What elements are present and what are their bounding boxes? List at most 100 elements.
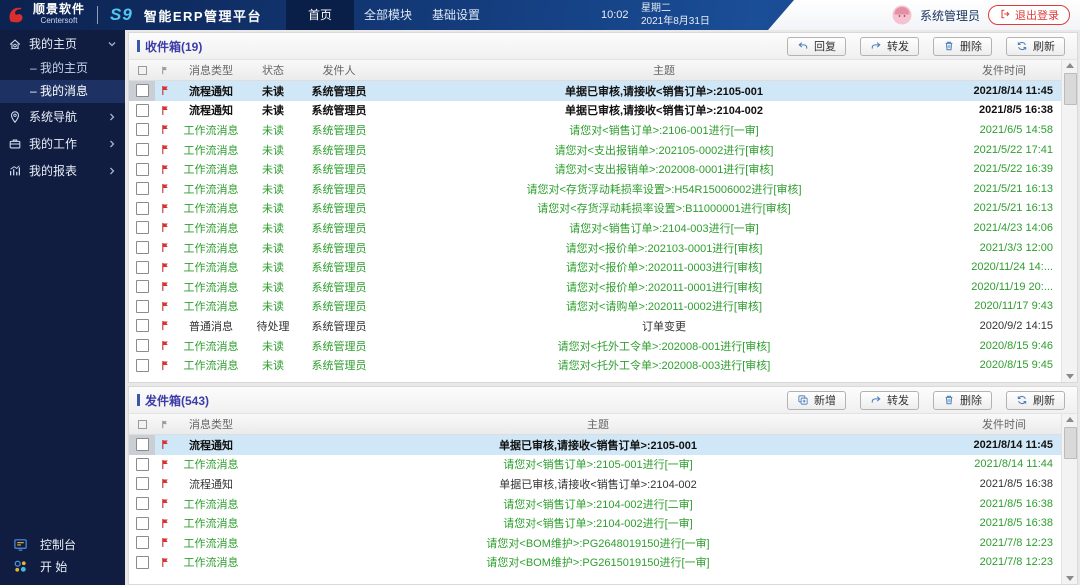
row-checkbox[interactable] bbox=[136, 104, 149, 117]
cell-subject: 请您对<报价单>:202103-0001进行[审核] bbox=[379, 240, 949, 256]
refresh-button[interactable]: 刷新 bbox=[1006, 37, 1065, 56]
sidebar-subitem[interactable]: – 我的主页 bbox=[0, 57, 125, 80]
row-checkbox[interactable] bbox=[136, 300, 149, 313]
row-checkbox[interactable] bbox=[136, 477, 149, 490]
title-accent-bar bbox=[137, 394, 140, 406]
scroll-down-icon[interactable] bbox=[1066, 576, 1074, 581]
scrollbar-thumb[interactable] bbox=[1064, 73, 1077, 105]
sidebar-subitem[interactable]: – 我的消息 bbox=[0, 80, 125, 103]
cell-time: 2021/5/22 17:41 bbox=[949, 144, 1061, 156]
table-row[interactable]: 工作流消息未读系统管理员请您对<托外工令单>:202008-001进行[审核]2… bbox=[129, 336, 1061, 356]
row-checkbox[interactable] bbox=[136, 84, 149, 97]
table-row[interactable]: 流程通知未读系统管理员单据已审核,请接收<销售订单>:2104-0022021/… bbox=[129, 101, 1061, 121]
cell-time: 2021/6/5 14:58 bbox=[949, 124, 1061, 136]
table-row[interactable]: 工作流消息请您对<BOM维护>:PG2615019150进行[一审]2021/7… bbox=[129, 553, 1061, 573]
flag-icon bbox=[155, 144, 175, 155]
row-checkbox[interactable] bbox=[136, 359, 149, 372]
sidebar-item[interactable]: 我的主页 bbox=[0, 30, 125, 57]
cell-subject: 请您对<存货浮动耗损率设置>:B11000001进行[审核] bbox=[379, 200, 949, 216]
table-row[interactable]: 流程通知未读系统管理员单据已审核,请接收<销售订单>:2105-0012021/… bbox=[129, 81, 1061, 101]
forward-button[interactable]: 转发 bbox=[860, 391, 919, 410]
scrollbar-thumb[interactable] bbox=[1064, 427, 1077, 459]
table-row[interactable]: 工作流消息未读系统管理员请您对<托外工令单>:202008-003进行[审核]2… bbox=[129, 355, 1061, 375]
cell-sender: 系统管理员 bbox=[299, 181, 379, 197]
cell-sender: 系统管理员 bbox=[299, 240, 379, 256]
cell-type: 工作流消息 bbox=[175, 496, 247, 512]
sidebar-footer-label: 开 始 bbox=[40, 558, 67, 575]
table-row[interactable]: 工作流消息未读系统管理员请您对<销售订单>:2106-001进行[一审]2021… bbox=[129, 120, 1061, 140]
row-checkbox[interactable] bbox=[136, 517, 149, 530]
delete-button[interactable]: 删除 bbox=[933, 37, 992, 56]
select-all-header[interactable] bbox=[129, 60, 155, 80]
inbox-toolbar: 回复转发删除刷新 bbox=[787, 37, 1069, 56]
table-row[interactable]: 流程通知单据已审核,请接收<销售订单>:2104-0022021/8/5 16:… bbox=[129, 474, 1061, 494]
column-header: 发件时间 bbox=[949, 416, 1061, 432]
row-checkbox[interactable] bbox=[136, 163, 149, 176]
row-checkbox[interactable] bbox=[136, 319, 149, 332]
cell-type: 工作流消息 bbox=[175, 535, 247, 551]
row-checkbox[interactable] bbox=[136, 123, 149, 136]
cell-time: 2021/5/22 16:39 bbox=[949, 163, 1061, 175]
row-checkbox[interactable] bbox=[136, 221, 149, 234]
nav-item-3[interactable]: 基础设置 bbox=[422, 0, 490, 30]
table-row[interactable]: 工作流消息请您对<销售订单>:2104-002进行[一审]2021/8/5 16… bbox=[129, 513, 1061, 533]
row-checkbox[interactable] bbox=[136, 339, 149, 352]
table-row[interactable]: 工作流消息请您对<BOM维护>:PG2648019150进行[一审]2021/7… bbox=[129, 533, 1061, 553]
table-row[interactable]: 工作流消息未读系统管理员请您对<支出报销单>:202105-0002进行[审核]… bbox=[129, 140, 1061, 160]
cell-subject: 单据已审核,请接收<销售订单>:2104-002 bbox=[247, 476, 949, 492]
sidebar-footer-item[interactable]: 控制台 bbox=[0, 533, 125, 555]
table-row[interactable]: 工作流消息未读系统管理员请您对<报价单>:202103-0001进行[审核]20… bbox=[129, 238, 1061, 258]
table-row[interactable]: 工作流消息未读系统管理员请您对<销售订单>:2104-003进行[一审]2021… bbox=[129, 218, 1061, 238]
outbox-scrollbar[interactable] bbox=[1061, 414, 1077, 584]
nav-item-1[interactable]: 首页 bbox=[286, 0, 354, 30]
row-checkbox[interactable] bbox=[136, 143, 149, 156]
sidebar-item[interactable]: 系统导航 bbox=[0, 103, 125, 130]
table-row[interactable]: 工作流消息未读系统管理员请您对<支出报销单>:202008-0001进行[审核]… bbox=[129, 159, 1061, 179]
row-checkbox[interactable] bbox=[136, 458, 149, 471]
row-checkbox[interactable] bbox=[136, 497, 149, 510]
row-checkbox[interactable] bbox=[136, 438, 149, 451]
nav-item-2[interactable]: 全部模块 bbox=[354, 0, 422, 30]
scroll-up-icon[interactable] bbox=[1066, 63, 1074, 68]
sidebar: 我的主页– 我的主页– 我的消息系统导航我的工作我的报表 控制台开 始 bbox=[0, 30, 125, 585]
flag-icon bbox=[155, 320, 175, 331]
cell-subject: 请您对<BOM维护>:PG2615019150进行[一审] bbox=[247, 554, 949, 570]
inbox-scrollbar[interactable] bbox=[1061, 60, 1077, 382]
cell-subject: 请您对<销售订单>:2106-001进行[一审] bbox=[379, 122, 949, 138]
sidebar-item-label: 我的报表 bbox=[29, 162, 77, 179]
cell-status: 未读 bbox=[247, 122, 299, 138]
logout-icon bbox=[999, 8, 1011, 23]
select-all-header[interactable] bbox=[129, 414, 155, 434]
cell-status: 未读 bbox=[247, 83, 299, 99]
cell-time: 2021/7/8 12:23 bbox=[949, 537, 1061, 549]
row-checkbox[interactable] bbox=[136, 536, 149, 549]
table-row[interactable]: 工作流消息未读系统管理员请您对<请购单>:202011-0002进行[审核]20… bbox=[129, 297, 1061, 317]
logout-button[interactable]: 退出登录 bbox=[988, 5, 1070, 25]
table-row[interactable]: 工作流消息未读系统管理员请您对<存货浮动耗损率设置>:H54R15006002进… bbox=[129, 179, 1061, 199]
table-row[interactable]: 流程通知单据已审核,请接收<销售订单>:2105-0012021/8/14 11… bbox=[129, 435, 1061, 455]
reply-button[interactable]: 回复 bbox=[787, 37, 846, 56]
scroll-up-icon[interactable] bbox=[1066, 417, 1074, 422]
table-row[interactable]: 工作流消息未读系统管理员请您对<报价单>:202011-0003进行[审核]20… bbox=[129, 257, 1061, 277]
table-row[interactable]: 工作流消息未读系统管理员请您对<报价单>:202011-0001进行[审核]20… bbox=[129, 277, 1061, 297]
sidebar-footer-item[interactable]: 开 始 bbox=[0, 555, 125, 577]
row-checkbox[interactable] bbox=[136, 556, 149, 569]
new-button[interactable]: 新增 bbox=[787, 391, 846, 410]
table-row[interactable]: 工作流消息请您对<销售订单>:2105-001进行[一审]2021/8/14 1… bbox=[129, 455, 1061, 475]
forward-button[interactable]: 转发 bbox=[860, 37, 919, 56]
scroll-down-icon[interactable] bbox=[1066, 374, 1074, 379]
row-checkbox[interactable] bbox=[136, 182, 149, 195]
delete-button[interactable]: 删除 bbox=[933, 391, 992, 410]
row-checkbox[interactable] bbox=[136, 280, 149, 293]
sidebar-item[interactable]: 我的工作 bbox=[0, 130, 125, 157]
table-row[interactable]: 工作流消息请您对<销售订单>:2104-002进行[二审]2021/8/5 16… bbox=[129, 494, 1061, 514]
cell-status: 未读 bbox=[247, 259, 299, 275]
row-checkbox[interactable] bbox=[136, 202, 149, 215]
row-checkbox[interactable] bbox=[136, 261, 149, 274]
sidebar-item[interactable]: 我的报表 bbox=[0, 157, 125, 184]
table-row[interactable]: 普通消息待处理系统管理员订单变更2020/9/2 14:15 bbox=[129, 316, 1061, 336]
cell-time: 2021/8/14 11:45 bbox=[949, 439, 1061, 451]
refresh-button[interactable]: 刷新 bbox=[1006, 391, 1065, 410]
table-row[interactable]: 工作流消息未读系统管理员请您对<存货浮动耗损率设置>:B11000001进行[审… bbox=[129, 199, 1061, 219]
row-checkbox[interactable] bbox=[136, 241, 149, 254]
